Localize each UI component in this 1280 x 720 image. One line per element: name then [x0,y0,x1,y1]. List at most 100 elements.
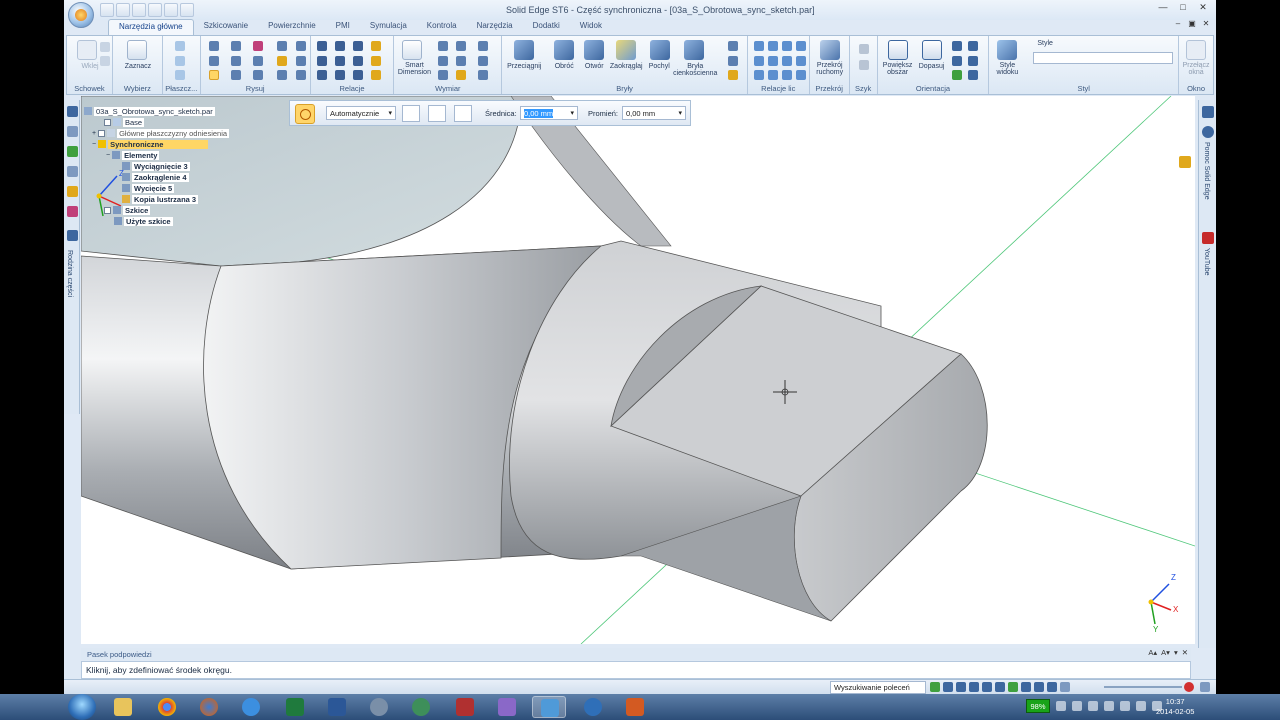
tree-features[interactable]: Elementy [122,150,160,160]
face-rigid-icon[interactable] [753,70,764,80]
connect-icon[interactable] [316,41,327,51]
tab-pmi[interactable]: PMI [326,19,360,35]
table-dim-icon[interactable] [456,70,467,80]
text-icon[interactable] [478,56,489,66]
taskbar-ie[interactable] [234,696,268,718]
maximize-icon[interactable]: □ [1174,1,1192,14]
switch-windows-icon[interactable] [1186,40,1207,60]
hole-icon[interactable] [584,40,605,60]
doc-restore-icon[interactable]: ▣ [1186,19,1198,30]
diameter-input[interactable]: 0,00 mm ▾ [520,106,578,120]
tree-base[interactable]: Base [123,117,145,127]
variables-tab-icon[interactable] [67,186,78,197]
pattern-icon[interactable] [295,70,306,80]
pathfinder-tab-icon[interactable] [67,106,78,117]
fit-icon[interactable] [921,40,942,60]
tangent-icon[interactable] [316,70,327,80]
select-arrow-icon[interactable] [126,40,147,60]
font-decrease-icon[interactable]: A▾ [1161,648,1170,657]
plane-icon[interactable] [174,41,185,51]
parallel-icon[interactable] [334,41,345,51]
face-ground-icon[interactable] [767,70,778,80]
taskbar-app-presentation[interactable] [618,696,652,718]
view-icon[interactable] [967,41,978,51]
annotation-icon[interactable] [478,41,489,51]
face-remove-icon[interactable] [795,70,806,80]
font-icon[interactable] [478,70,489,80]
copy-icon[interactable] [100,56,110,66]
prompt-close-icon[interactable]: ✕ [1182,648,1188,657]
features-library-icon[interactable] [67,146,78,157]
taskbar-clock[interactable]: 10:37 2014-02-05 [1156,697,1194,717]
pan-icon[interactable] [951,56,962,66]
extrude-button[interactable]: Przeciągnij [502,63,546,70]
tree-used-sketches-row[interactable]: Użyte szkice [114,216,173,226]
rotate-status-icon[interactable] [995,682,1005,692]
tree-item-row[interactable]: Zaokrąglenie 4 [122,172,189,182]
tree-item[interactable]: Wyciągnięcie 3 [132,161,190,171]
move-icon[interactable] [276,56,287,66]
face-offset-icon[interactable] [795,56,806,66]
plane-offset-icon[interactable] [174,56,185,66]
round-icon[interactable] [616,40,637,60]
sensors-tab-icon[interactable] [67,166,78,177]
zoom-icon[interactable] [951,41,962,51]
layers-tab-icon[interactable] [67,126,78,137]
view-style-status-icon[interactable] [1021,682,1031,692]
taskbar-solid-edge[interactable] [532,696,566,718]
tab-widok[interactable]: Widok [570,19,612,35]
undo-icon[interactable] [164,3,178,17]
tree-base-row[interactable]: Base [104,117,145,127]
lock-icon[interactable] [370,41,381,51]
tree-item-row[interactable]: Wyciągnięcie 3 [122,161,190,171]
taskbar-excel[interactable] [278,696,312,718]
live-section-icon[interactable] [819,40,840,60]
tree-item-row[interactable]: Wycięcie 5 [122,183,175,193]
doc-minimize-icon[interactable]: – [1172,19,1184,30]
relation-handle-icon[interactable] [370,56,381,66]
tree-item[interactable]: Zaokrąglenie 4 [132,172,189,182]
zoom-area-button[interactable]: Powiększ obszar [878,62,918,76]
taskbar-app-box[interactable] [490,696,524,718]
style-dropdown[interactable] [1033,52,1174,64]
tab-kontrola[interactable]: Kontrola [417,19,467,35]
arc-icon[interactable] [230,41,241,51]
lock-view-icon[interactable] [1179,156,1191,168]
sketches-checkbox[interactable] [104,206,111,214]
start-button[interactable] [68,694,96,720]
tree-item-row[interactable]: Kopia lustrzana 3 [122,194,199,204]
family-of-parts-label[interactable]: Rodzina części [66,250,73,297]
face-tangent-icon[interactable] [795,41,806,51]
horizontal-icon[interactable] [316,56,327,66]
tray-icon[interactable] [1088,701,1098,711]
zoom-area-icon[interactable] [887,40,908,60]
tree-sketches-row[interactable]: Szkice [104,205,151,215]
redo-icon[interactable] [180,3,194,17]
display-status-icon[interactable] [1060,682,1070,692]
tree-planes-row[interactable]: + Główne płaszczyzny odniesienia [92,128,230,138]
taskbar-app-earth[interactable] [404,696,438,718]
help-label[interactable]: Pomoc Solid Edge [1203,142,1210,200]
line-width-icon[interactable] [454,105,472,122]
smart-dimension-icon[interactable] [402,40,423,60]
doc-close-icon[interactable]: ✕ [1200,19,1212,30]
sketch-view-status-icon[interactable] [1008,682,1018,692]
named-views-icon[interactable] [967,70,978,80]
include-icon[interactable] [295,56,306,66]
open-icon[interactable] [116,3,130,17]
zoom-slider[interactable] [1104,686,1182,688]
named-views-status-icon[interactable] [1047,682,1057,692]
help-panel-icon[interactable] [1202,106,1214,118]
pattern-solid-icon[interactable] [728,41,739,51]
maintain-icon[interactable] [370,70,381,80]
revolve-button[interactable]: Obróć [548,63,580,70]
face-symmetric-icon[interactable] [767,56,778,66]
concentric-icon[interactable] [352,41,363,51]
tab-szkicowanie[interactable]: Szkicowanie [194,19,258,35]
face-perpendicular-icon[interactable] [781,41,792,51]
thin-wall-button[interactable]: Bryła cienkościenna [666,63,724,77]
tab-symulacja[interactable]: Symulacja [360,19,417,35]
circle-tool-icon[interactable] [208,70,219,80]
select-button[interactable]: Zaznacz [117,63,159,70]
base-checkbox[interactable] [104,118,111,126]
